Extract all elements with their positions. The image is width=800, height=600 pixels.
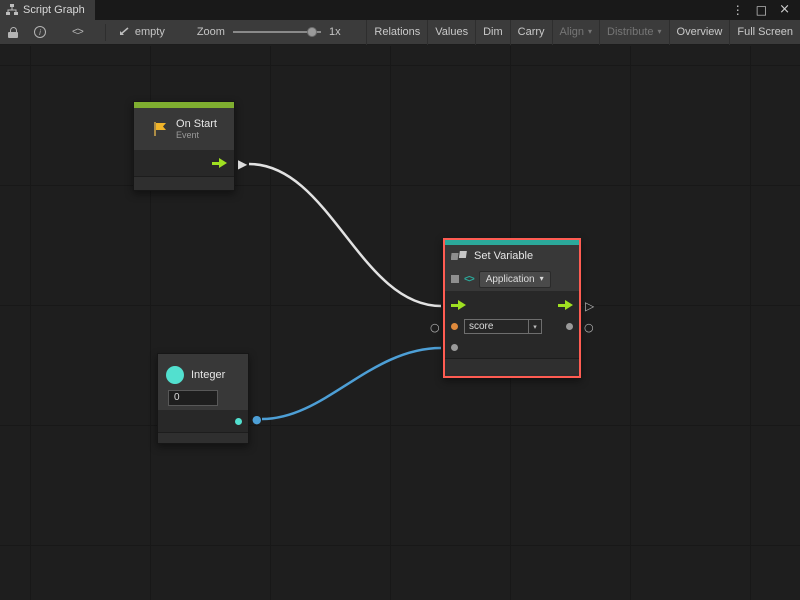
variable-name-port[interactable] bbox=[451, 323, 458, 330]
variable-scope-dropdown[interactable]: Application ▾ bbox=[479, 271, 551, 288]
variable-name-select[interactable]: score ▾ bbox=[464, 319, 542, 334]
node-subtitle: Event bbox=[176, 130, 217, 140]
flow-connector-empty[interactable]: ▷ bbox=[585, 300, 594, 312]
graph-inspector-icon[interactable]: <> bbox=[72, 26, 83, 38]
variables-icon bbox=[451, 250, 468, 262]
flow-output-port[interactable] bbox=[212, 158, 227, 169]
value-connector-connected[interactable]: ● bbox=[252, 414, 262, 425]
chevron-down-icon: ▾ bbox=[588, 28, 592, 36]
flow-output-port[interactable] bbox=[558, 300, 573, 311]
graph-breadcrumb[interactable]: empty bbox=[112, 20, 171, 45]
relations-button[interactable]: Relations bbox=[366, 20, 427, 45]
zoom-value: 1x bbox=[329, 26, 341, 38]
carry-button[interactable]: Carry bbox=[510, 20, 552, 45]
wires-layer bbox=[0, 46, 800, 600]
integer-output-port[interactable] bbox=[235, 418, 242, 425]
node-set-variable[interactable]: Set Variable <> Application ▾ sc bbox=[443, 238, 581, 378]
flag-icon bbox=[151, 120, 169, 138]
graph-pointer-icon bbox=[118, 27, 130, 38]
dim-button[interactable]: Dim bbox=[475, 20, 510, 45]
variable-box-icon bbox=[451, 275, 459, 283]
node-title: Set Variable bbox=[474, 250, 533, 262]
lock-icon[interactable] bbox=[0, 20, 26, 45]
value-wire[interactable] bbox=[262, 348, 441, 419]
overview-button[interactable]: Overview bbox=[669, 20, 730, 45]
toolbar-separator bbox=[105, 24, 106, 41]
value-input-port[interactable] bbox=[451, 344, 458, 351]
chevron-down-icon: ▾ bbox=[658, 28, 662, 36]
flow-connector-connected[interactable]: ▶ bbox=[238, 158, 247, 170]
flow-input-port[interactable] bbox=[451, 300, 466, 311]
node-footer bbox=[445, 358, 579, 374]
distribute-button[interactable]: Distribute ▾ bbox=[599, 20, 668, 45]
info-icon[interactable]: i bbox=[26, 20, 54, 45]
value-connector-empty[interactable]: ○ bbox=[430, 322, 440, 333]
values-button[interactable]: Values bbox=[427, 20, 475, 45]
zoom-label: Zoom bbox=[197, 26, 225, 38]
chevron-down-icon: ▾ bbox=[540, 275, 544, 283]
graph-toolbar: i <> empty Zoom 1x Relations Values Dim … bbox=[0, 20, 800, 45]
integer-icon bbox=[166, 366, 184, 384]
fullscreen-button[interactable]: Full Screen bbox=[729, 20, 800, 45]
maximize-icon[interactable]: □ bbox=[756, 0, 767, 20]
tab-script-graph[interactable]: Script Graph bbox=[0, 0, 95, 20]
node-on-start[interactable]: On Start Event bbox=[133, 101, 235, 191]
close-icon[interactable]: × bbox=[779, 0, 790, 20]
graph-name: empty bbox=[135, 26, 165, 38]
zoom-slider-handle[interactable] bbox=[307, 27, 317, 37]
node-footer bbox=[134, 176, 234, 190]
integer-value-field[interactable]: 0 bbox=[168, 390, 218, 406]
value-connector-empty[interactable]: ○ bbox=[584, 322, 594, 333]
script-graph-icon bbox=[6, 4, 18, 16]
node-footer bbox=[158, 432, 248, 443]
graph-canvas[interactable]: On Start Event Set Variable <> bbox=[0, 46, 800, 600]
code-icon: <> bbox=[464, 274, 474, 285]
align-button[interactable]: Align ▾ bbox=[552, 20, 599, 45]
title-bar: Script Graph ⋮ □ × bbox=[0, 0, 800, 20]
chevron-down-icon: ▾ bbox=[528, 320, 541, 333]
flow-wire[interactable] bbox=[249, 164, 441, 306]
node-integer[interactable]: Integer 0 bbox=[157, 353, 249, 444]
zoom-slider[interactable] bbox=[233, 26, 321, 38]
node-title: Integer bbox=[191, 369, 225, 381]
window-menu-icon[interactable]: ⋮ bbox=[732, 0, 744, 20]
value-output-port[interactable] bbox=[566, 323, 573, 330]
node-title: On Start bbox=[176, 118, 217, 130]
tab-title: Script Graph bbox=[23, 4, 85, 16]
